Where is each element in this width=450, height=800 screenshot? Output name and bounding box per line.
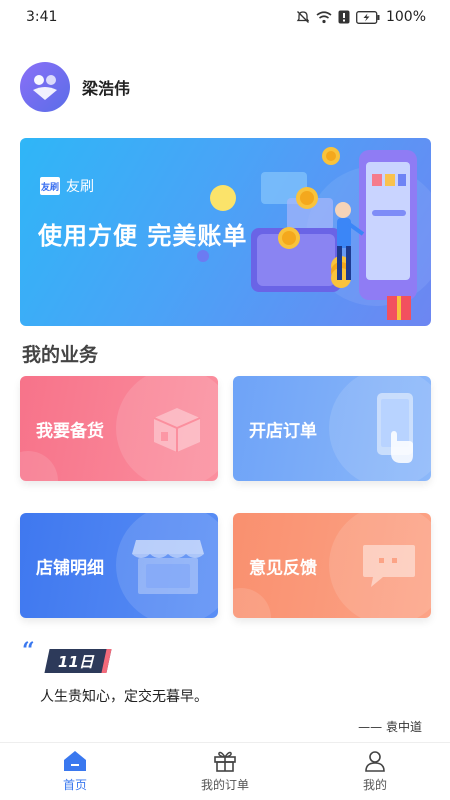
quote-author: —— 袁中道 bbox=[358, 720, 422, 734]
store-order-label: 开店订单 bbox=[249, 421, 317, 441]
promo-banner[interactable]: 友刷 友刷 使用方便 完美账单 bbox=[20, 138, 431, 326]
status-icons: 100% bbox=[296, 9, 426, 25]
banner-illustration bbox=[197, 147, 431, 320]
quote-mark-icon: “ bbox=[22, 638, 35, 664]
tab-profile-label: 我的 bbox=[362, 778, 387, 792]
brand-logo: 友刷 bbox=[40, 177, 60, 195]
store-order-card[interactable]: 开店订单 bbox=[233, 376, 431, 481]
stock-up-label: 我要备货 bbox=[36, 421, 104, 441]
quote-text: 人生贵知心，定交无暮早。 bbox=[40, 689, 208, 705]
wifi-icon bbox=[316, 10, 332, 23]
tab-home-label: 首页 bbox=[62, 778, 87, 792]
mute-icon bbox=[296, 11, 310, 23]
card-decoration bbox=[20, 451, 58, 481]
gift-icon bbox=[214, 751, 236, 772]
stock-up-card[interactable]: 我要备货 bbox=[20, 376, 218, 481]
chat-bubble-icon bbox=[363, 544, 415, 587]
store-detail-label: 店铺明细 bbox=[36, 558, 104, 578]
date-label: 11日 bbox=[57, 652, 94, 671]
home-icon bbox=[64, 751, 86, 771]
battery-icon bbox=[356, 10, 380, 24]
tab-my-orders-label: 我的订单 bbox=[200, 778, 249, 792]
person-icon bbox=[365, 751, 385, 772]
section-title: 我的业务 bbox=[22, 344, 99, 366]
alert-icon bbox=[338, 10, 350, 24]
banner-brand: 友刷 友刷 bbox=[40, 176, 94, 196]
brand-name: 友刷 bbox=[66, 179, 94, 195]
tab-my-orders[interactable]: 我的订单 bbox=[150, 743, 300, 800]
feedback-label: 意见反馈 bbox=[249, 558, 317, 578]
tab-profile[interactable]: 我的 bbox=[300, 743, 450, 800]
storefront-icon bbox=[132, 539, 204, 594]
username: 梁浩伟 bbox=[82, 79, 131, 98]
date-badge: 11日 bbox=[44, 649, 112, 673]
status-bar: 3:41 100% bbox=[0, 0, 450, 34]
bottom-tab-bar: 首页 我的订单 我的 bbox=[0, 742, 450, 800]
battery-percent: 100% bbox=[385, 9, 426, 25]
phone-tap-icon bbox=[377, 392, 413, 463]
box-icon bbox=[153, 407, 201, 452]
tab-home[interactable]: 首页 bbox=[0, 743, 150, 800]
feedback-card[interactable]: 意见反馈 bbox=[233, 513, 431, 618]
avatar[interactable] bbox=[20, 62, 70, 112]
store-detail-card[interactable]: 店铺明细 bbox=[20, 513, 218, 618]
status-time: 3:41 bbox=[26, 9, 58, 25]
card-decoration bbox=[233, 588, 271, 618]
profile-header: 梁浩伟 bbox=[20, 62, 130, 112]
user-group-avatar-icon bbox=[33, 75, 57, 100]
